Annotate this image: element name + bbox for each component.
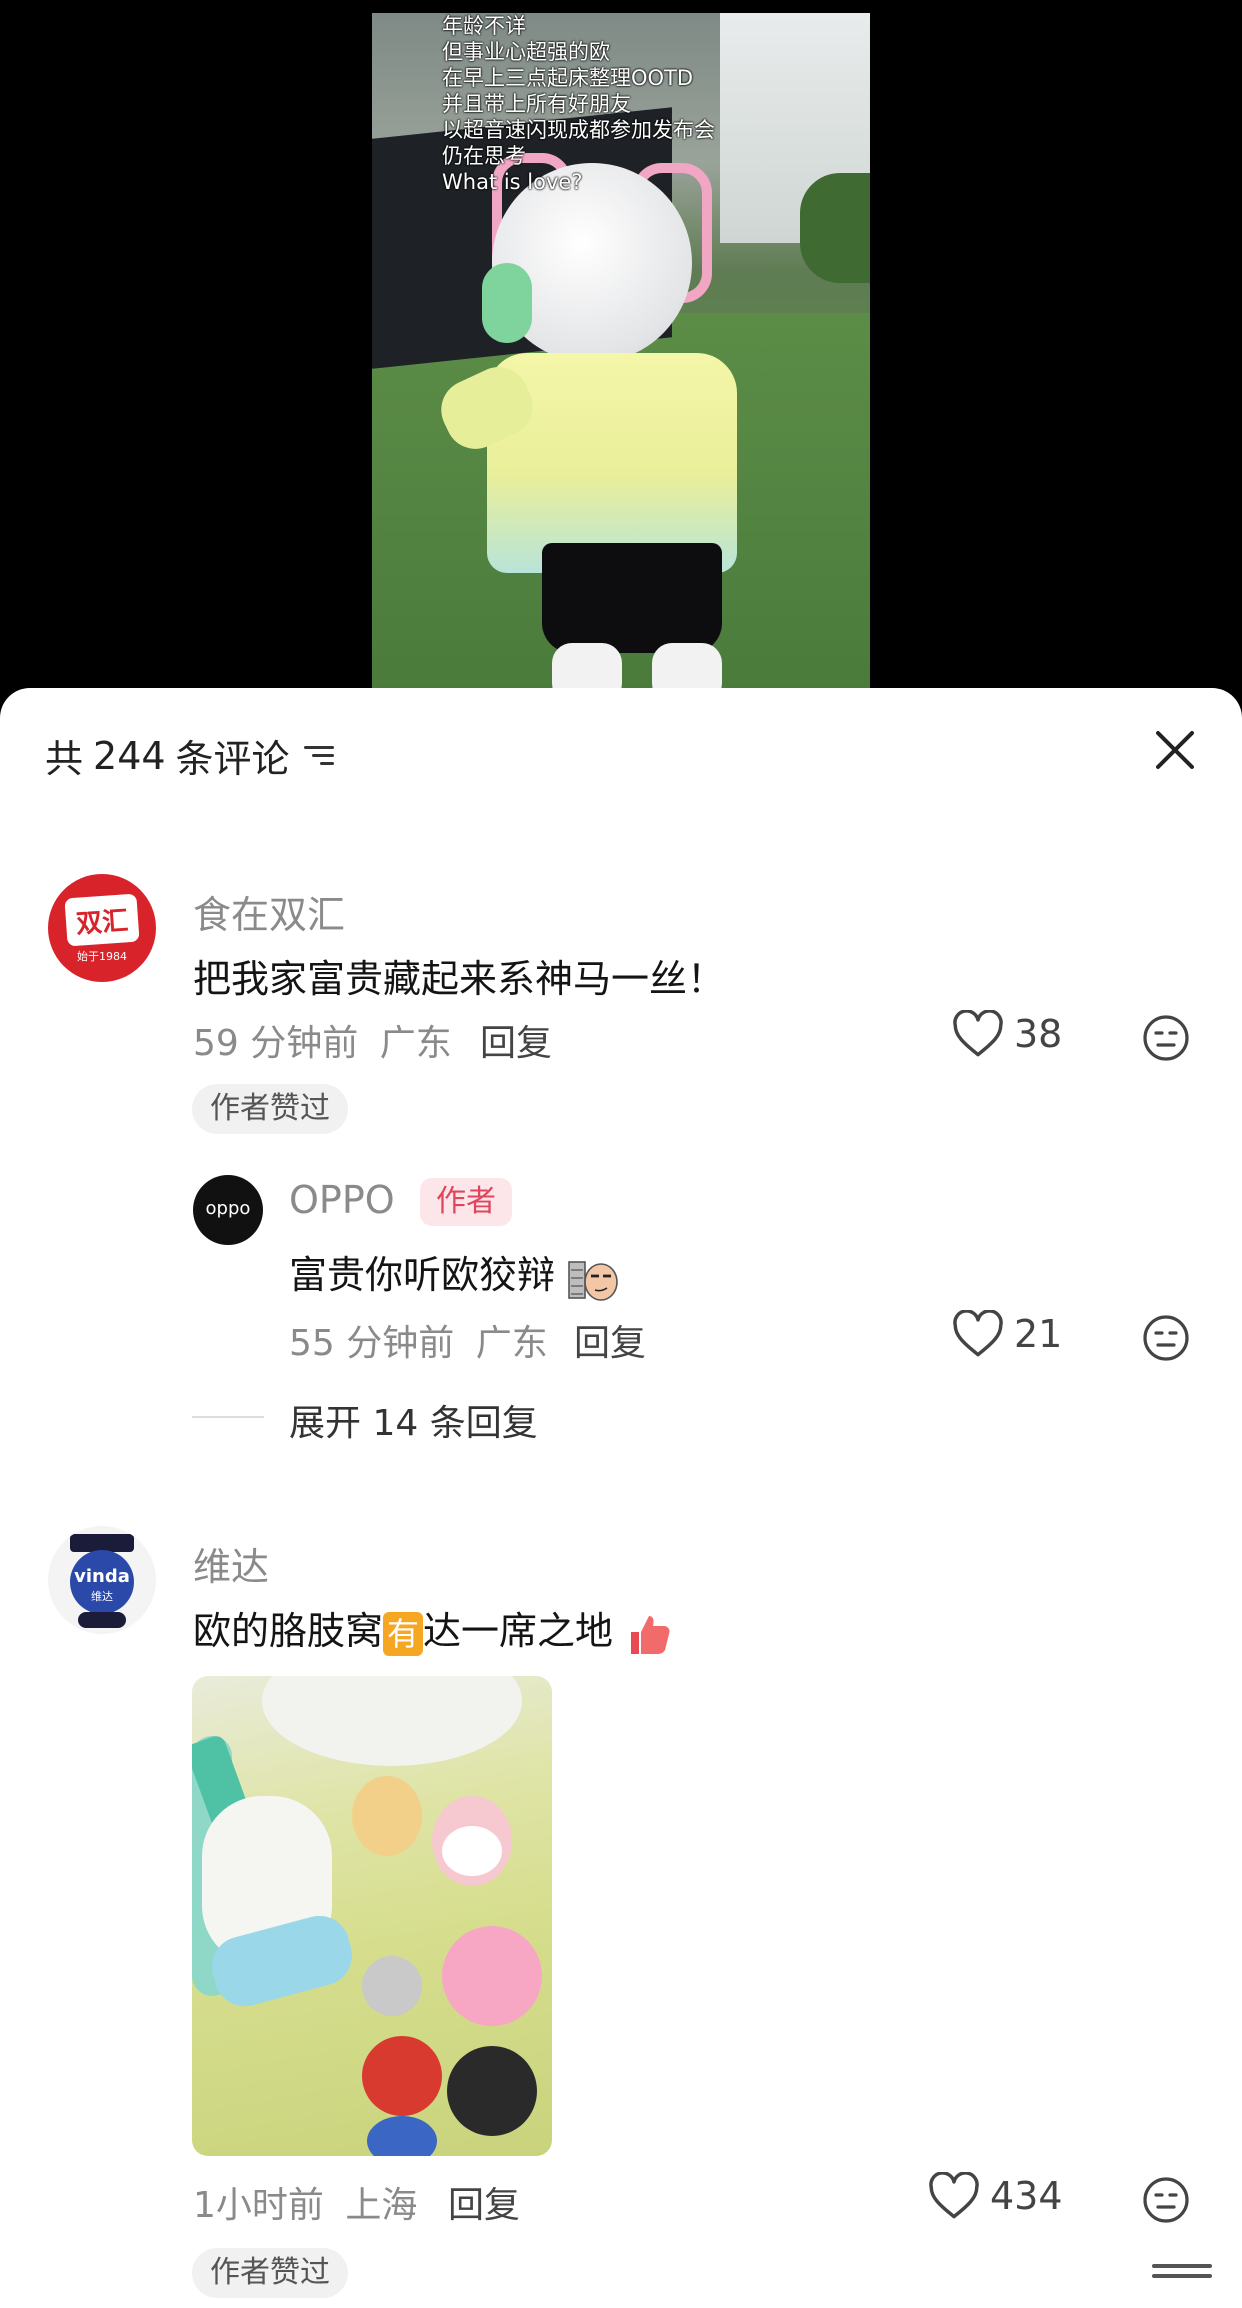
avatar[interactable]: vinda 维达 — [48, 1526, 156, 1634]
comment-location: 广东 — [379, 1023, 452, 1064]
comment-username[interactable]: 维达 — [193, 1536, 269, 1591]
page-indicator — [1152, 2264, 1212, 2278]
smirk-emoji-icon — [568, 1260, 618, 1301]
reply-meta: 55 分钟前 广东 — [289, 1314, 548, 1366]
mascot-leg — [652, 643, 722, 693]
subtitle-line: 但事业心超强的欧 — [442, 40, 610, 64]
reply-text-body: 富贵你听欧狡辩 — [289, 1253, 556, 1297]
comment-text[interactable]: 把我家富贵藏起来系神马一丝！ — [193, 948, 725, 1003]
you-badge: 有 — [383, 1611, 424, 1656]
avatar-logo-sub: 维达 — [91, 1590, 113, 1603]
comment-text[interactable]: 欧的胳肢窝有达一席之地 — [193, 1600, 673, 1656]
video-subtitle: 年龄不详 但事业心超强的欧 在早上三点起床整理OOTD 并且带上所有好朋友 以超… — [442, 13, 715, 195]
avatar-logo-text: vinda — [74, 1566, 130, 1587]
mascot-leg — [552, 643, 622, 693]
comment-location: 上海 — [345, 2185, 418, 2226]
like-count: 38 — [1014, 1012, 1063, 1056]
heart-icon — [953, 1010, 1003, 1057]
video-tree — [800, 173, 870, 283]
comment-count-prefix: 共 — [45, 737, 84, 781]
reply-button[interactable]: 回复 — [480, 1014, 552, 1066]
expand-divider — [192, 1416, 264, 1418]
heart-icon — [929, 2172, 979, 2219]
subtitle-line: What is love? — [442, 170, 583, 194]
subtitle-line: 仍在思考 — [442, 144, 526, 168]
comment-image[interactable] — [192, 1676, 552, 2156]
avatar[interactable]: oppo — [193, 1175, 263, 1245]
avatar-logo-sub: 始于1984 — [77, 950, 127, 963]
expand-replies-button[interactable]: 展开 14 条回复 — [289, 1394, 538, 1446]
comments-sheet: 共 244 条评论 双汇 始于1984 食在双汇 把我家富贵藏起来系神马一丝！ … — [0, 688, 1242, 2308]
comment-count-suffix: 条评论 — [175, 737, 290, 781]
dislike-icon[interactable] — [1142, 1014, 1190, 1062]
reply-button[interactable]: 回复 — [448, 2176, 520, 2228]
author-liked-tag: 作者赞过 — [192, 1084, 348, 1134]
avatar[interactable]: 双汇 始于1984 — [48, 874, 156, 982]
comment-username[interactable]: 食在双汇 — [193, 884, 345, 939]
dislike-icon[interactable] — [1142, 1314, 1190, 1362]
comment-time: 1小时前 — [193, 2185, 324, 2226]
reply-button[interactable]: 回复 — [574, 1314, 646, 1366]
avatar-logo-text: oppo — [205, 1198, 251, 1219]
dislike-icon[interactable] — [1142, 2176, 1190, 2224]
heart-icon — [953, 1310, 1003, 1357]
comment-meta: 1小时前 上海 — [193, 2176, 417, 2228]
subtitle-line: 并且带上所有好朋友 — [442, 92, 631, 116]
comment-text-before: 欧的胳肢窝 — [193, 1609, 384, 1653]
reply-username[interactable]: OPPO — [289, 1178, 395, 1222]
subtitle-line: 在早上三点起床整理OOTD — [442, 66, 694, 90]
comment-text-after: 达一席之地 — [423, 1609, 614, 1653]
like-button[interactable]: 38 — [952, 1010, 1062, 1058]
author-badge: 作者 — [420, 1178, 512, 1226]
comments-header: 共 244 条评论 — [45, 728, 334, 783]
comment-time: 59 分钟前 — [193, 1023, 359, 1064]
like-button[interactable]: 21 — [952, 1310, 1062, 1358]
thumbs-up-emoji-icon — [631, 1615, 670, 1654]
avatar-logo-text: 双汇 — [75, 906, 130, 940]
mascot-shorts — [542, 543, 722, 653]
comment-count: 244 — [93, 733, 166, 778]
reply-text[interactable]: 富贵你听欧狡辩 — [289, 1244, 619, 1302]
like-button[interactable]: 434 — [928, 2172, 1063, 2220]
subtitle-line: 年龄不详 — [442, 14, 526, 38]
reply-location: 广东 — [475, 1323, 548, 1364]
comment-meta: 59 分钟前 广东 — [193, 1014, 452, 1066]
mascot-headphones — [482, 263, 532, 343]
filter-icon[interactable] — [303, 743, 334, 769]
like-count: 434 — [990, 2174, 1063, 2218]
reply-time: 55 分钟前 — [289, 1323, 455, 1364]
video-player[interactable]: 年龄不详 但事业心超强的欧 在早上三点起床整理OOTD 并且带上所有好朋友 以超… — [372, 13, 870, 693]
close-icon[interactable] — [1153, 728, 1197, 772]
author-liked-tag: 作者赞过 — [192, 2248, 348, 2298]
subtitle-line: 以超音速闪现成都参加发布会 — [442, 118, 715, 142]
like-count: 21 — [1014, 1312, 1063, 1356]
